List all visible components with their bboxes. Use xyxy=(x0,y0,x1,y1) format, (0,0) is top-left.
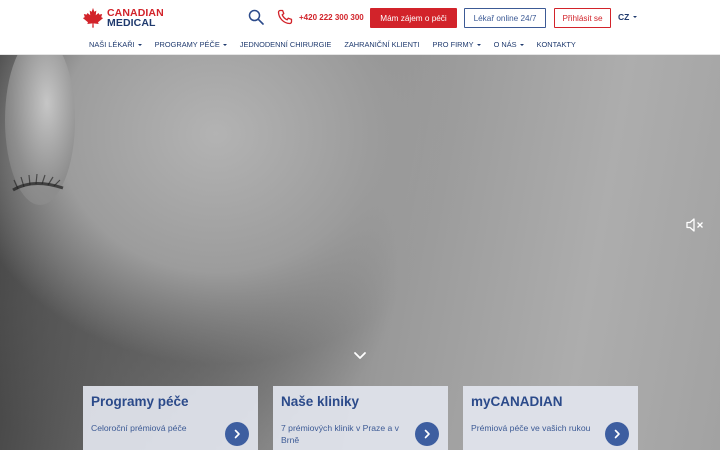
chevron-down-icon xyxy=(354,352,366,359)
card-title: Programy péče xyxy=(91,394,189,409)
chevron-down-icon xyxy=(137,43,142,46)
search-button[interactable] xyxy=(248,9,264,25)
nav-item-label: PRO FIRMY xyxy=(432,40,474,49)
language-label: CZ xyxy=(618,12,630,22)
main-nav: NAŠI LÉKAŘI PROGRAMY PÉČE JEDNODENNÍ CHI… xyxy=(89,40,589,49)
card-text: Prémiová péče ve vašich rukou xyxy=(471,423,591,433)
chevron-down-icon xyxy=(633,16,638,18)
card-title: Naše kliniky xyxy=(281,394,360,409)
speaker-muted-icon xyxy=(686,218,703,232)
phone-number: +420 222 300 300 xyxy=(299,12,364,22)
nav-item-label: O NÁS xyxy=(493,40,517,49)
language-switcher[interactable]: CZ xyxy=(618,12,638,22)
card-title: myCANADIAN xyxy=(471,394,563,409)
phone-icon xyxy=(277,9,293,25)
card-text: Celoroční prémiová péče xyxy=(91,423,187,433)
nav-item-label: KONTAKTY xyxy=(536,40,576,49)
nav-item-day-surgery[interactable]: JEDNODENNÍ CHIRURGIE xyxy=(240,40,332,49)
logo[interactable]: CANADIAN MEDICAL xyxy=(82,7,164,29)
nav-item-label: NAŠI LÉKAŘI xyxy=(89,40,135,49)
chevron-right-icon xyxy=(614,429,620,439)
card-mycanadian[interactable]: myCANADIAN Prémiová péče ve vašich rukou xyxy=(463,386,638,450)
card-care-programs[interactable]: Programy péče Celoroční prémiová péče xyxy=(83,386,258,450)
hero-video: Programy péče Celoroční prémiová péče Na… xyxy=(0,55,720,450)
nav-item-care-programs[interactable]: PROGRAMY PÉČE xyxy=(155,40,227,49)
card-arrow-button[interactable] xyxy=(605,422,629,446)
chevron-down-icon xyxy=(519,43,524,46)
scroll-down-button[interactable] xyxy=(353,348,367,359)
logo-line-2: MEDICAL xyxy=(107,17,156,29)
nav-item-contacts[interactable]: KONTAKTY xyxy=(537,40,576,49)
logo-text: CANADIAN MEDICAL xyxy=(107,8,164,29)
chevron-down-icon xyxy=(222,43,227,46)
nav-item-for-companies[interactable]: PRO FIRMY xyxy=(433,40,481,49)
search-icon xyxy=(248,9,264,25)
card-arrow-button[interactable] xyxy=(415,422,439,446)
nav-item-label: PROGRAMY PÉČE xyxy=(154,40,220,49)
card-clinics[interactable]: Naše kliniky 7 prémiových klinik v Praze… xyxy=(273,386,448,450)
login-button[interactable]: Přihlásit se xyxy=(554,8,611,28)
maple-leaf-icon xyxy=(82,7,104,28)
nav-item-label: JEDNODENNÍ CHIRURGIE xyxy=(239,40,332,49)
chevron-down-icon xyxy=(476,43,481,46)
phone-link[interactable]: +420 222 300 300 xyxy=(277,9,364,25)
mute-toggle[interactable] xyxy=(685,217,705,233)
nav-item-about[interactable]: O NÁS xyxy=(494,40,524,49)
chevron-right-icon xyxy=(424,429,430,439)
chevron-right-icon xyxy=(234,429,240,439)
nav-item-foreign-clients[interactable]: ZAHRANIČNÍ KLIENTI xyxy=(344,40,419,49)
care-interest-button[interactable]: Mám zájem o péči xyxy=(370,8,457,28)
card-text: 7 prémiových klinik v Praze a v Brně xyxy=(281,423,399,445)
card-arrow-button[interactable] xyxy=(225,422,249,446)
doctor-online-button[interactable]: Lékař online 24/7 xyxy=(464,8,546,28)
nav-item-label: ZAHRANIČNÍ KLIENTI xyxy=(344,40,420,49)
hero-image-eyelashes xyxy=(12,173,64,192)
nav-item-doctors[interactable]: NAŠI LÉKAŘI xyxy=(89,40,142,49)
site-header: CANADIAN MEDICAL +420 222 300 300 Mám zá… xyxy=(0,0,720,55)
